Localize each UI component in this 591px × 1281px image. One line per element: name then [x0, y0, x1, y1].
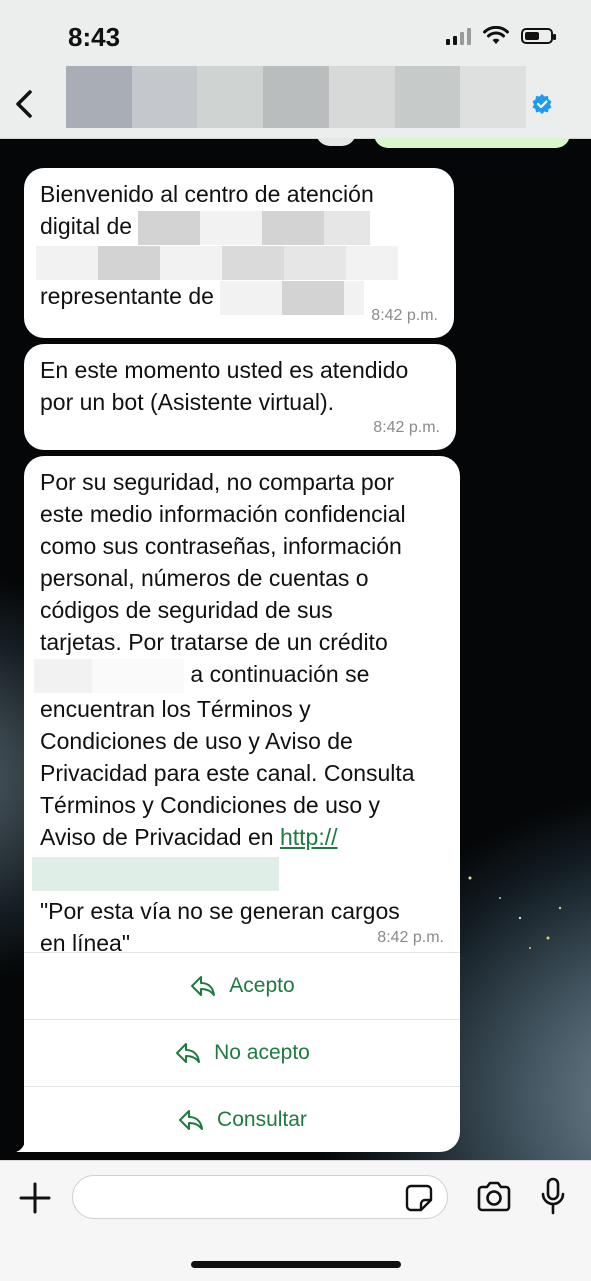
contact-name-redacted[interactable]	[66, 66, 527, 128]
reply-arrow-icon	[176, 1043, 201, 1063]
plus-icon[interactable]	[18, 1181, 52, 1215]
message-timestamp: 8:42 p.m.	[377, 929, 444, 946]
reply-button-no-acepto[interactable]: No acepto	[24, 1019, 460, 1086]
battery-icon	[521, 28, 556, 44]
message-bubble-welcome: Bienvenido al centro de atención digital…	[24, 168, 454, 338]
message-text-line: Aviso de Privacidad en http://	[40, 821, 444, 853]
message-text-line: Privacidad para este canal. Consulta	[40, 759, 415, 786]
microphone-icon[interactable]	[540, 1177, 566, 1217]
message-text: a continuación se	[190, 661, 370, 687]
redacted-line	[36, 245, 438, 280]
message-timestamp: 8:42 p.m.	[371, 307, 438, 324]
reply-button-label: Acepto	[229, 974, 295, 997]
message-text-line: códigos de seguridad de sus	[40, 597, 333, 623]
message-bubble-bot-notice: En este momento usted es atendido por un…	[24, 344, 456, 450]
redacted-link[interactable]	[32, 856, 279, 891]
message-text: En este momento usted es atendido por un…	[40, 357, 409, 415]
bubble-tail	[16, 1134, 38, 1152]
message-text-line: digital de	[40, 210, 438, 245]
message-text: representante de	[40, 282, 214, 309]
message-input[interactable]	[72, 1175, 448, 1219]
message-text-line: este medio información confidencial	[40, 501, 406, 527]
message-text: Aviso de Privacidad en	[40, 823, 274, 850]
reply-arrow-icon	[179, 1110, 204, 1130]
message-text-line: Por su seguridad, no comparta por	[40, 469, 395, 495]
status-icons	[446, 26, 556, 46]
home-indicator	[191, 1261, 401, 1268]
camera-icon[interactable]	[476, 1181, 512, 1213]
reply-arrow-icon	[191, 976, 216, 996]
message-text: digital de	[40, 213, 133, 239]
reply-button-acepto[interactable]: Acepto	[24, 952, 460, 1019]
quick-reply-buttons: Acepto No acepto Consultar	[24, 952, 460, 1153]
cellular-signal-icon	[446, 27, 471, 45]
sticker-icon[interactable]	[405, 1184, 433, 1212]
message-text-line: como sus contraseñas, información	[40, 533, 402, 559]
terms-link[interactable]: http://	[280, 824, 338, 850]
message-text-line: personal, números de cuentas o	[40, 565, 369, 591]
reply-button-label: No acepto	[214, 1041, 310, 1064]
status-time: 8:43	[68, 22, 121, 52]
reply-button-consultar[interactable]: Consultar	[24, 1086, 460, 1153]
verified-badge-icon	[532, 94, 552, 114]
message-timestamp: 8:42 p.m.	[373, 419, 440, 436]
top-bar: 8:43	[0, 0, 591, 139]
message-text-line: tarjetas. Por tratarse de un crédito	[40, 629, 388, 655]
message-composer	[0, 1160, 591, 1281]
message-text-line: Bienvenido al centro de atención	[40, 181, 374, 207]
message-text-line: Condiciones de uso y Aviso de	[40, 727, 353, 754]
message-text-line: Términos y Condiciones de uso y	[40, 791, 381, 818]
message-text-line: a continuación se	[34, 658, 444, 693]
wifi-icon	[483, 26, 509, 44]
reply-button-label: Consultar	[217, 1108, 307, 1131]
back-chevron-icon[interactable]	[10, 84, 40, 124]
redacted-block	[138, 210, 201, 245]
message-bubble-terms: Por su seguridad, no comparta por este m…	[24, 456, 460, 1152]
message-text-line: encuentran los Términos y	[40, 695, 311, 722]
previous-messages-edge	[0, 138, 591, 152]
